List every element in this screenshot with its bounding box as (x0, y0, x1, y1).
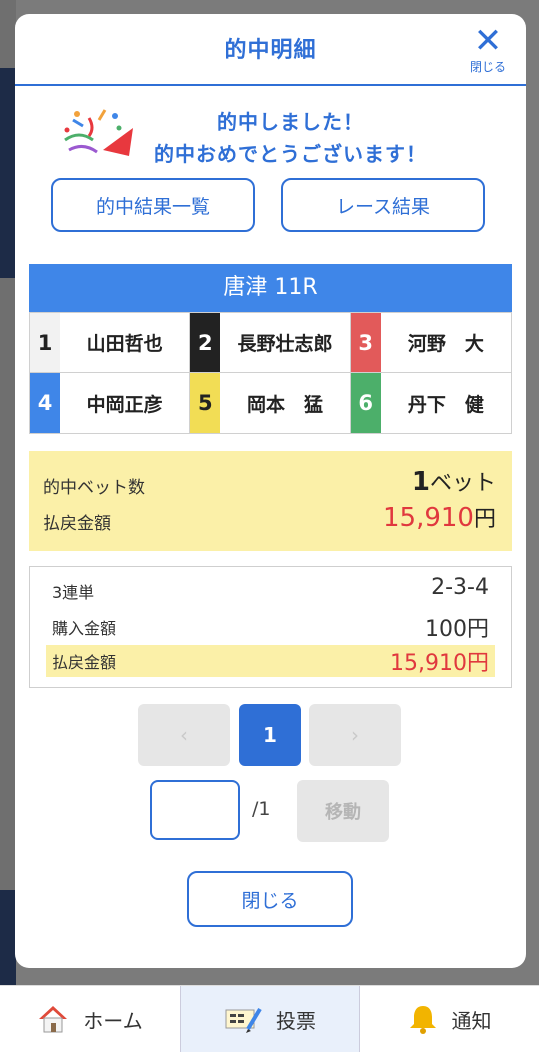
bet-type-label: 3連単 (52, 583, 95, 602)
racer-name: 丹下 健 (407, 393, 484, 416)
page-total: /1 (252, 798, 271, 820)
home-icon (39, 1006, 68, 1033)
close-modal-button[interactable]: ✕ 閉じる (464, 24, 512, 76)
modal-title: 的中明細 (224, 38, 317, 63)
racer-cell: 5 岡本 猛 (190, 373, 351, 433)
hit-summary: 的中ベット数 1ベット 払戻金額 15,910円 (29, 451, 512, 551)
congrats-message: 的中しました！ 的中おめでとうございます！ (15, 86, 526, 176)
payout-label: 払戻金額 (43, 514, 111, 534)
racer-name: 中岡正彦 (86, 393, 163, 416)
racer-cell: 3 河野 大 (350, 313, 511, 373)
bet-count-unit: ベット (429, 471, 496, 496)
bet-detail: 3連単 2-3-4 購入金額 100円 払戻金額 15,910円 (29, 566, 512, 688)
race-title: 唐津 11R (29, 264, 512, 312)
nav-home[interactable]: ホーム (0, 986, 180, 1052)
racer-number: 2 (190, 313, 221, 372)
background-block (0, 68, 16, 278)
combination-value: 2-3-4 (431, 575, 489, 600)
current-page-button[interactable]: 1 (239, 704, 301, 766)
racer-grid: 1 山田哲也 2 長野壮志郎 3 河野 大 4 中岡正彦 5 岡本 猛 6 丹下 健 (29, 312, 512, 434)
purchase-row: 購入金額 100円 (46, 611, 495, 643)
bell-icon (409, 1006, 436, 1034)
page-number-input[interactable] (150, 780, 240, 840)
move-button[interactable]: 移動 (297, 780, 389, 842)
close-button[interactable]: 閉じる (187, 871, 353, 927)
bet-count-label: 的中ベット数 (43, 478, 145, 498)
racer-cell: 2 長野壮志郎 (190, 313, 351, 373)
next-page-button[interactable]: › (309, 704, 401, 766)
purchase-value: 100円 (425, 617, 489, 642)
ticket-icon (225, 1007, 262, 1033)
racer-cell: 4 中岡正彦 (30, 373, 191, 433)
payout-unit: 円 (473, 507, 496, 532)
congrats-line2: 的中おめでとうございます！ (154, 142, 427, 166)
purchase-label: 購入金額 (52, 619, 117, 638)
nav-home-label: ホーム (83, 1008, 143, 1033)
nav-vote[interactable]: 投票 (180, 986, 360, 1052)
detail-payout-label: 払戻金額 (52, 653, 117, 672)
modal-header: 的中明細 ✕ 閉じる (15, 14, 526, 86)
result-buttons: 的中結果一覧 レース結果 (51, 178, 489, 236)
detail-payout-value: 15,910円 (390, 651, 489, 676)
prev-page-button[interactable]: ‹ (138, 704, 230, 766)
hit-detail-modal: 的中明細 ✕ 閉じる 的中しました！ 的中おめでとうございます！ 的中結果一覧 … (15, 14, 526, 968)
racer-name: 山田哲也 (86, 333, 163, 355)
background-block (0, 890, 16, 985)
racer-number: 4 (30, 373, 60, 433)
pagination: ‹ 1 › (138, 704, 402, 766)
racer-name: 河野 大 (407, 333, 484, 355)
close-icon: ✕ (473, 21, 503, 61)
payout-amount: 15,910円 (383, 501, 496, 533)
close-label: 閉じる (469, 60, 506, 74)
racer-name: 岡本 猛 (246, 393, 323, 416)
page-jump: /1 移動 (150, 780, 400, 844)
bet-type-row: 3連単 2-3-4 (46, 575, 495, 607)
congrats-line1: 的中しました！ (217, 110, 364, 134)
payout-value: 15,910 (383, 503, 474, 533)
hit-list-button[interactable]: 的中結果一覧 (51, 178, 255, 232)
nav-notice-label: 通知 (451, 1008, 492, 1033)
bet-count-value: 1 (411, 467, 430, 497)
bet-count: 1ベット (412, 465, 496, 497)
background-page (0, 0, 16, 985)
racer-number: 6 (350, 373, 381, 433)
racer-number: 3 (350, 313, 381, 372)
racer-cell: 6 丹下 健 (350, 373, 511, 433)
nav-notice[interactable]: 通知 (360, 986, 539, 1052)
racer-name: 長野壮志郎 (237, 333, 333, 355)
payout-row: 払戻金額 15,910円 (46, 645, 495, 677)
racer-number: 1 (30, 313, 60, 372)
racer-number: 5 (190, 373, 221, 433)
bottom-navigation: ホーム 投票 通知 (0, 985, 539, 1052)
racer-cell: 1 山田哲也 (30, 313, 191, 373)
race-result-button[interactable]: レース結果 (281, 178, 485, 232)
nav-vote-label: 投票 (276, 1008, 316, 1033)
